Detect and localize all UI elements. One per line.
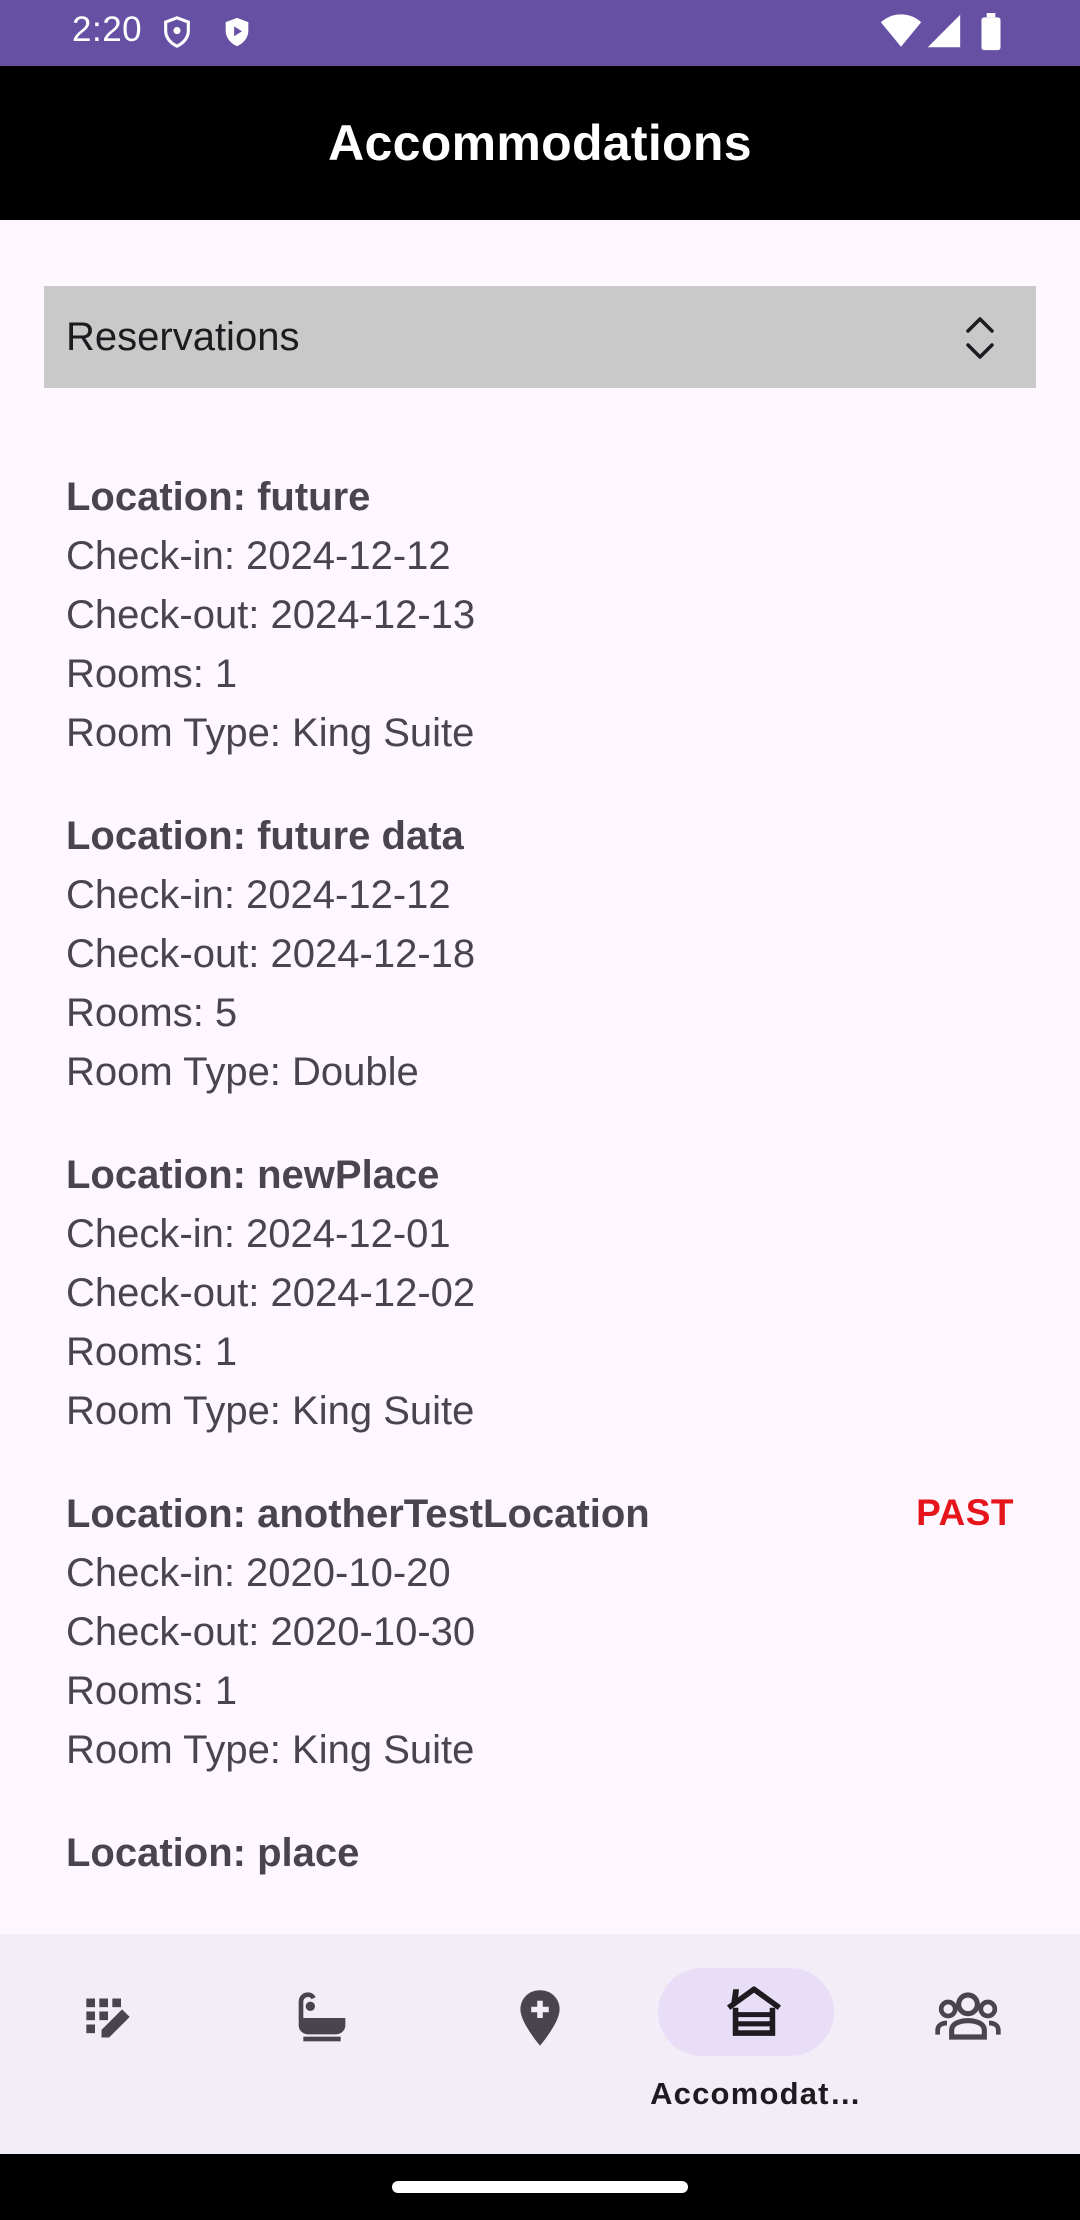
nav-item-amenities[interactable] xyxy=(216,1934,432,2154)
reservations-dropdown[interactable]: Reservations xyxy=(44,286,1036,388)
reservation-rooms: Rooms: 1 xyxy=(66,652,238,696)
reservation-check-in: Check-in: 2024-12-12 xyxy=(66,873,451,917)
page-title: Accommodations xyxy=(328,115,752,171)
groups-icon xyxy=(934,1988,1002,2049)
home-gesture-handle[interactable] xyxy=(392,2181,688,2193)
shield-icon xyxy=(160,13,194,56)
system-navigation-bar xyxy=(0,2154,1080,2220)
unfold-icon xyxy=(962,314,998,367)
nav-label: Accomodat… xyxy=(650,2076,862,2111)
dropdown-selected-label: Reservations xyxy=(66,315,300,359)
reservation-location: Location: future data xyxy=(66,814,464,858)
cabin-icon xyxy=(724,1982,784,2043)
play-shield-icon xyxy=(220,13,254,56)
reservation-rooms: Rooms: 1 xyxy=(66,1669,238,1713)
edit-note-icon xyxy=(82,1992,134,2049)
reservation-location: Location: future xyxy=(66,475,371,519)
bottom-navigation: Accomodat… xyxy=(0,1934,1080,2154)
reservation-check-out: Check-out: 2024-12-13 xyxy=(66,593,476,637)
nav-item-accommodations[interactable]: Accomodat… xyxy=(648,1934,864,2154)
wifi-icon xyxy=(880,13,922,54)
reservation-check-out: Check-out: 2024-12-18 xyxy=(66,932,476,976)
reservation-check-in: Check-in: 2024-12-01 xyxy=(66,1212,451,1256)
reservation-check-in: Check-in: 2020-10-20 xyxy=(66,1551,451,1595)
reservation-location: Location: newPlace xyxy=(66,1153,440,1197)
reservation-room-type: Room Type: King Suite xyxy=(66,1389,475,1433)
reservation-item[interactable]: Location: newPlace Check-in: 2024-12-01 … xyxy=(66,1146,1026,1485)
nav-item-planner[interactable] xyxy=(0,1934,216,2154)
reservation-room-type: Room Type: King Suite xyxy=(66,711,475,755)
reservation-rooms: Rooms: 5 xyxy=(66,991,238,1035)
status-time: 2:20 xyxy=(72,10,143,49)
reservation-room-type: Room Type: King Suite xyxy=(66,1728,475,1772)
reservation-item[interactable]: Location: place xyxy=(66,1824,1026,1934)
reservation-check-in: Check-in: 2024-12-12 xyxy=(66,534,451,578)
main-content: Reservations Location: future Check-in: … xyxy=(0,220,1080,1934)
reservation-item[interactable]: Location: future data Check-in: 2024-12-… xyxy=(66,807,1026,1146)
bathtub-icon xyxy=(294,1990,350,2051)
nav-item-groups[interactable] xyxy=(864,1934,1080,2154)
add-location-icon xyxy=(512,1988,568,2053)
reservation-list: Location: future Check-in: 2024-12-12 Ch… xyxy=(66,468,1026,1934)
signal-icon xyxy=(926,13,962,54)
reservation-location: Location: anotherTestLocation xyxy=(66,1492,650,1536)
reservation-location: Location: place xyxy=(66,1831,360,1875)
app-bar: Accommodations xyxy=(0,66,1080,220)
reservation-check-out: Check-out: 2020-10-30 xyxy=(66,1610,476,1654)
reservation-check-out: Check-out: 2024-12-02 xyxy=(66,1271,476,1315)
status-bar: 2:20 xyxy=(0,0,1080,66)
past-badge: PAST xyxy=(916,1492,1014,1533)
reservation-rooms: Rooms: 1 xyxy=(66,1330,238,1374)
reservation-item[interactable]: Location: anotherTestLocation PAST Check… xyxy=(66,1485,1026,1824)
reservation-item[interactable]: Location: future Check-in: 2024-12-12 Ch… xyxy=(66,468,1026,807)
reservation-room-type: Room Type: Double xyxy=(66,1050,419,1094)
battery-icon xyxy=(980,13,1002,56)
nav-item-locations[interactable] xyxy=(432,1934,648,2154)
